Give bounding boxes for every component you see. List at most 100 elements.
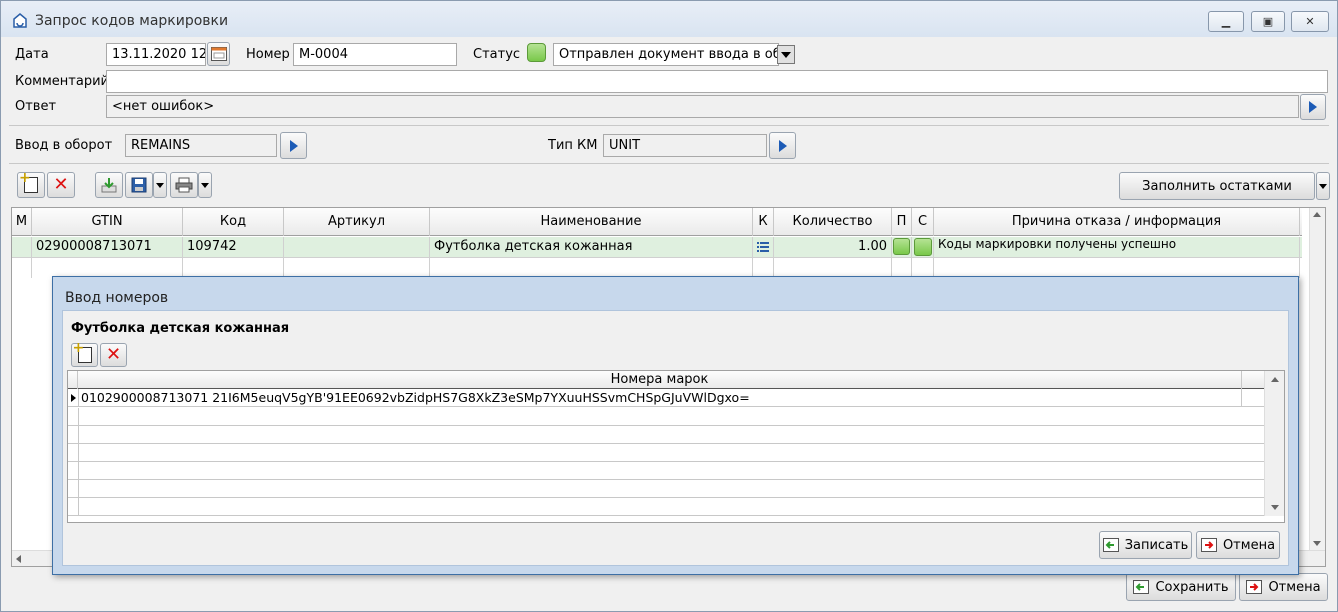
scroll-up-icon[interactable]: [1271, 377, 1279, 382]
column-header-k[interactable]: К: [753, 208, 774, 236]
list-item[interactable]: [68, 462, 1264, 480]
print-dropdown[interactable]: [198, 172, 212, 198]
row-indicator: [78, 498, 79, 516]
printer-icon: [175, 177, 193, 193]
dialog-save-label: Записать: [1124, 537, 1189, 553]
import-button[interactable]: [95, 172, 123, 198]
cell-quantity: 1.00: [774, 237, 892, 257]
save-green-icon: [1133, 580, 1150, 594]
marks-grid-header: Номера марок: [68, 371, 1264, 389]
marks-grid[interactable]: Номера марок 0102900008713071 21I6M5euqV…: [67, 370, 1285, 523]
cell-gtin: [32, 258, 183, 278]
column-header-c[interactable]: С: [912, 208, 934, 236]
save-file-button[interactable]: [125, 172, 153, 198]
fill-remains-dropdown[interactable]: [1316, 172, 1330, 200]
grid-vertical-scrollbar[interactable]: [1309, 208, 1325, 550]
marks-vertical-scrollbar[interactable]: [1264, 371, 1284, 516]
dialog-delete-button[interactable]: ✕: [100, 343, 127, 367]
km-type-label: Тип КМ: [548, 138, 598, 153]
column-header-gtin[interactable]: GTIN: [32, 208, 183, 236]
list-item[interactable]: [68, 426, 1264, 444]
status-green-icon: [893, 238, 910, 255]
cell-code: 109742: [183, 237, 284, 257]
row-indicator-header: [68, 371, 78, 389]
cell-k: [753, 258, 774, 278]
km-type-open-button[interactable]: [769, 132, 796, 159]
calendar-button[interactable]: [207, 42, 230, 66]
delete-icon: ✕: [105, 344, 122, 365]
cell-name: Футболка детская кожанная: [430, 237, 753, 257]
status-dropdown-button[interactable]: [777, 45, 795, 64]
fill-remains-label: Заполнить остатками: [1142, 178, 1292, 194]
status-green-icon: [913, 238, 932, 256]
app-icon: [13, 13, 27, 28]
scroll-left-icon[interactable]: [16, 555, 21, 563]
answer-label: Ответ: [15, 99, 57, 114]
number-field[interactable]: М-0004: [293, 43, 457, 66]
floppy-disk-icon: [131, 177, 147, 193]
row-indicator: [78, 444, 79, 462]
dialog-cancel-button[interactable]: Отмена: [1196, 531, 1280, 559]
dialog-cancel-label: Отмена: [1222, 537, 1276, 553]
cancel-red-icon: [1200, 538, 1217, 552]
print-button[interactable]: [170, 172, 198, 198]
cancel-red-icon: [1246, 580, 1263, 594]
save-button[interactable]: Сохранить: [1126, 573, 1236, 601]
delete-icon: ✕: [53, 174, 69, 195]
cancel-label: Отмена: [1268, 579, 1321, 595]
enter-numbers-dialog: Ввод номеров Футболка детская кожанная ✕…: [52, 276, 1299, 575]
title-bar: Запрос кодов маркировки ▁ ▣ ✕: [1, 1, 1337, 37]
column-header-p[interactable]: П: [892, 208, 912, 236]
dialog-add-button[interactable]: [71, 340, 98, 367]
chevron-down-icon: [1319, 183, 1327, 189]
delete-row-button[interactable]: ✕: [47, 172, 75, 198]
cell-code: [183, 258, 284, 278]
list-item[interactable]: [68, 498, 1264, 516]
status-label: Статус: [473, 47, 521, 62]
dialog-save-button[interactable]: Записать: [1099, 531, 1192, 559]
comment-field[interactable]: [106, 70, 1328, 93]
arrow-right-icon: [289, 139, 298, 152]
table-row[interactable]: [12, 257, 1302, 278]
column-header-quantity[interactable]: Количество: [774, 208, 892, 236]
status-select[interactable]: Отправлен документ ввода в оборо: [553, 43, 779, 66]
dialog-product-name: Футболка детская кожанная: [71, 321, 290, 336]
list-item[interactable]: [68, 408, 1264, 426]
list-item[interactable]: [68, 480, 1264, 498]
list-item[interactable]: 0102900008713071 21I6M5euqV5gYB'91EE0692…: [68, 389, 1264, 407]
fill-remains-button[interactable]: Заполнить остатками: [1119, 172, 1315, 200]
minimize-button[interactable]: ▁: [1208, 11, 1244, 32]
cell-m: [12, 258, 32, 278]
cell-p: [892, 258, 912, 278]
column-header-article[interactable]: Артикул: [284, 208, 430, 236]
scroll-down-icon[interactable]: [1271, 505, 1279, 510]
row-indicator: [78, 462, 79, 480]
column-header-m[interactable]: М: [12, 208, 32, 236]
scroll-up-icon[interactable]: [1313, 212, 1321, 217]
column-header-marks[interactable]: Номера марок: [78, 371, 1242, 389]
answer-open-button[interactable]: [1300, 94, 1326, 120]
cell-p: [892, 237, 912, 257]
new-document-icon: [19, 170, 38, 193]
list-item[interactable]: [68, 444, 1264, 462]
cell-k[interactable]: [753, 237, 774, 257]
mark-cell[interactable]: 0102900008713071 21I6M5euqV5gYB'91EE0692…: [78, 389, 1242, 407]
cell-info: Коды маркировки получены успешно: [934, 237, 1300, 257]
table-row[interactable]: 02900008713071 109742 Футболка детская к…: [12, 237, 1302, 257]
column-header-info[interactable]: Причина отказа / информация: [934, 208, 1300, 236]
cell-c: [912, 237, 934, 257]
chevron-down-icon: [156, 182, 164, 188]
column-header-name[interactable]: Наименование: [430, 208, 753, 236]
save-file-dropdown[interactable]: [153, 172, 167, 198]
dialog-body: Футболка детская кожанная ✕ Номера марок…: [62, 310, 1289, 566]
close-button[interactable]: ✕: [1291, 11, 1329, 32]
add-row-button[interactable]: [17, 170, 45, 198]
column-header-code[interactable]: Код: [183, 208, 284, 236]
date-field[interactable]: 13.11.2020 12: [106, 43, 206, 66]
circulation-open-button[interactable]: [280, 132, 307, 159]
maximize-button[interactable]: ▣: [1251, 11, 1285, 32]
save-green-icon: [1102, 538, 1119, 552]
scroll-down-icon[interactable]: [1313, 541, 1321, 546]
calendar-icon: [210, 47, 227, 61]
cancel-button[interactable]: Отмена: [1239, 573, 1328, 601]
